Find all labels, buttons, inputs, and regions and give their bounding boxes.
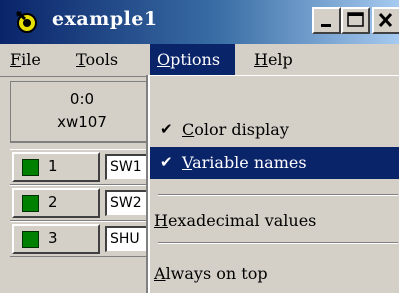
row-number: 3 [48, 229, 58, 247]
variable-row: 3 SHU [10, 221, 155, 257]
variable-toggle-button[interactable]: 2 [12, 188, 100, 218]
menu-item-text: exadecimal values [167, 211, 317, 230]
menu-tools-label: ools [85, 50, 119, 69]
menu-options[interactable]: Options [150, 44, 235, 76]
menu-item-mnemonic: A [154, 264, 166, 283]
close-icon [378, 12, 393, 28]
menu-help-label: elp [267, 50, 293, 69]
status-header: 0:0 xw107 [10, 81, 152, 143]
menu-item-text: olor display [194, 120, 289, 139]
header-variable: xw107 [57, 113, 107, 131]
menu-item-label: Color display [182, 120, 289, 139]
menu-item-label: Variable names [182, 153, 307, 172]
led-indicator-icon [22, 195, 39, 212]
header-coordinates: 0:0 [69, 90, 95, 108]
menu-item-variable-names[interactable]: ✔ Variable names [150, 147, 399, 179]
menu-help-mnemonic: H [254, 50, 268, 69]
window-title: example1 [52, 8, 158, 30]
menu-item-label: Hexadecimal values [154, 211, 316, 230]
menu-bar: File Tools Options Help [0, 44, 399, 77]
menu-options-label: ptions [170, 50, 221, 69]
variable-row: 1 SW1 [10, 149, 155, 185]
menu-item-hexadecimal-values[interactable]: Hexadecimal values [150, 205, 399, 237]
menu-options-mnemonic: O [157, 50, 171, 69]
menu-item-color-display[interactable]: ✔ Color display [150, 114, 399, 146]
minimize-button[interactable] [312, 7, 341, 34]
options-dropdown-menu: ✔ Color display ✔ Variable names Hexadec… [148, 75, 399, 293]
checkmark-icon: ✔ [160, 153, 173, 171]
menu-file-mnemonic: F [10, 50, 22, 69]
maximize-icon [347, 12, 364, 27]
menu-item-text: lways on top [165, 264, 268, 283]
menu-file-label: ile [21, 50, 41, 69]
minimize-icon [321, 24, 331, 27]
menu-item-text: ariable names [192, 153, 307, 172]
variable-toggle-button[interactable]: 1 [12, 152, 100, 182]
menu-separator [158, 194, 398, 196]
menu-file[interactable]: File [2, 44, 49, 76]
menu-tools[interactable]: Tools [68, 44, 126, 76]
row-number: 2 [48, 193, 58, 211]
menu-separator [158, 242, 398, 244]
menu-item-mnemonic: C [182, 120, 195, 139]
variable-toggle-button[interactable]: 3 [12, 224, 100, 254]
checkmark-icon: ✔ [160, 120, 173, 138]
app-icon [16, 10, 37, 33]
title-bar[interactable]: example1 [0, 0, 399, 44]
menu-help[interactable]: Help [246, 44, 301, 76]
led-indicator-icon [22, 231, 39, 248]
close-button[interactable] [372, 7, 399, 34]
menu-item-label: Always on top [154, 264, 268, 283]
menu-item-mnemonic: H [154, 211, 168, 230]
led-indicator-icon [22, 159, 39, 176]
maximize-button[interactable] [341, 7, 370, 34]
variable-row: 2 SW2 [10, 185, 155, 221]
menu-item-always-on-top[interactable]: Always on top [150, 258, 399, 290]
row-number: 1 [48, 157, 58, 175]
menu-item-mnemonic: V [182, 153, 193, 172]
